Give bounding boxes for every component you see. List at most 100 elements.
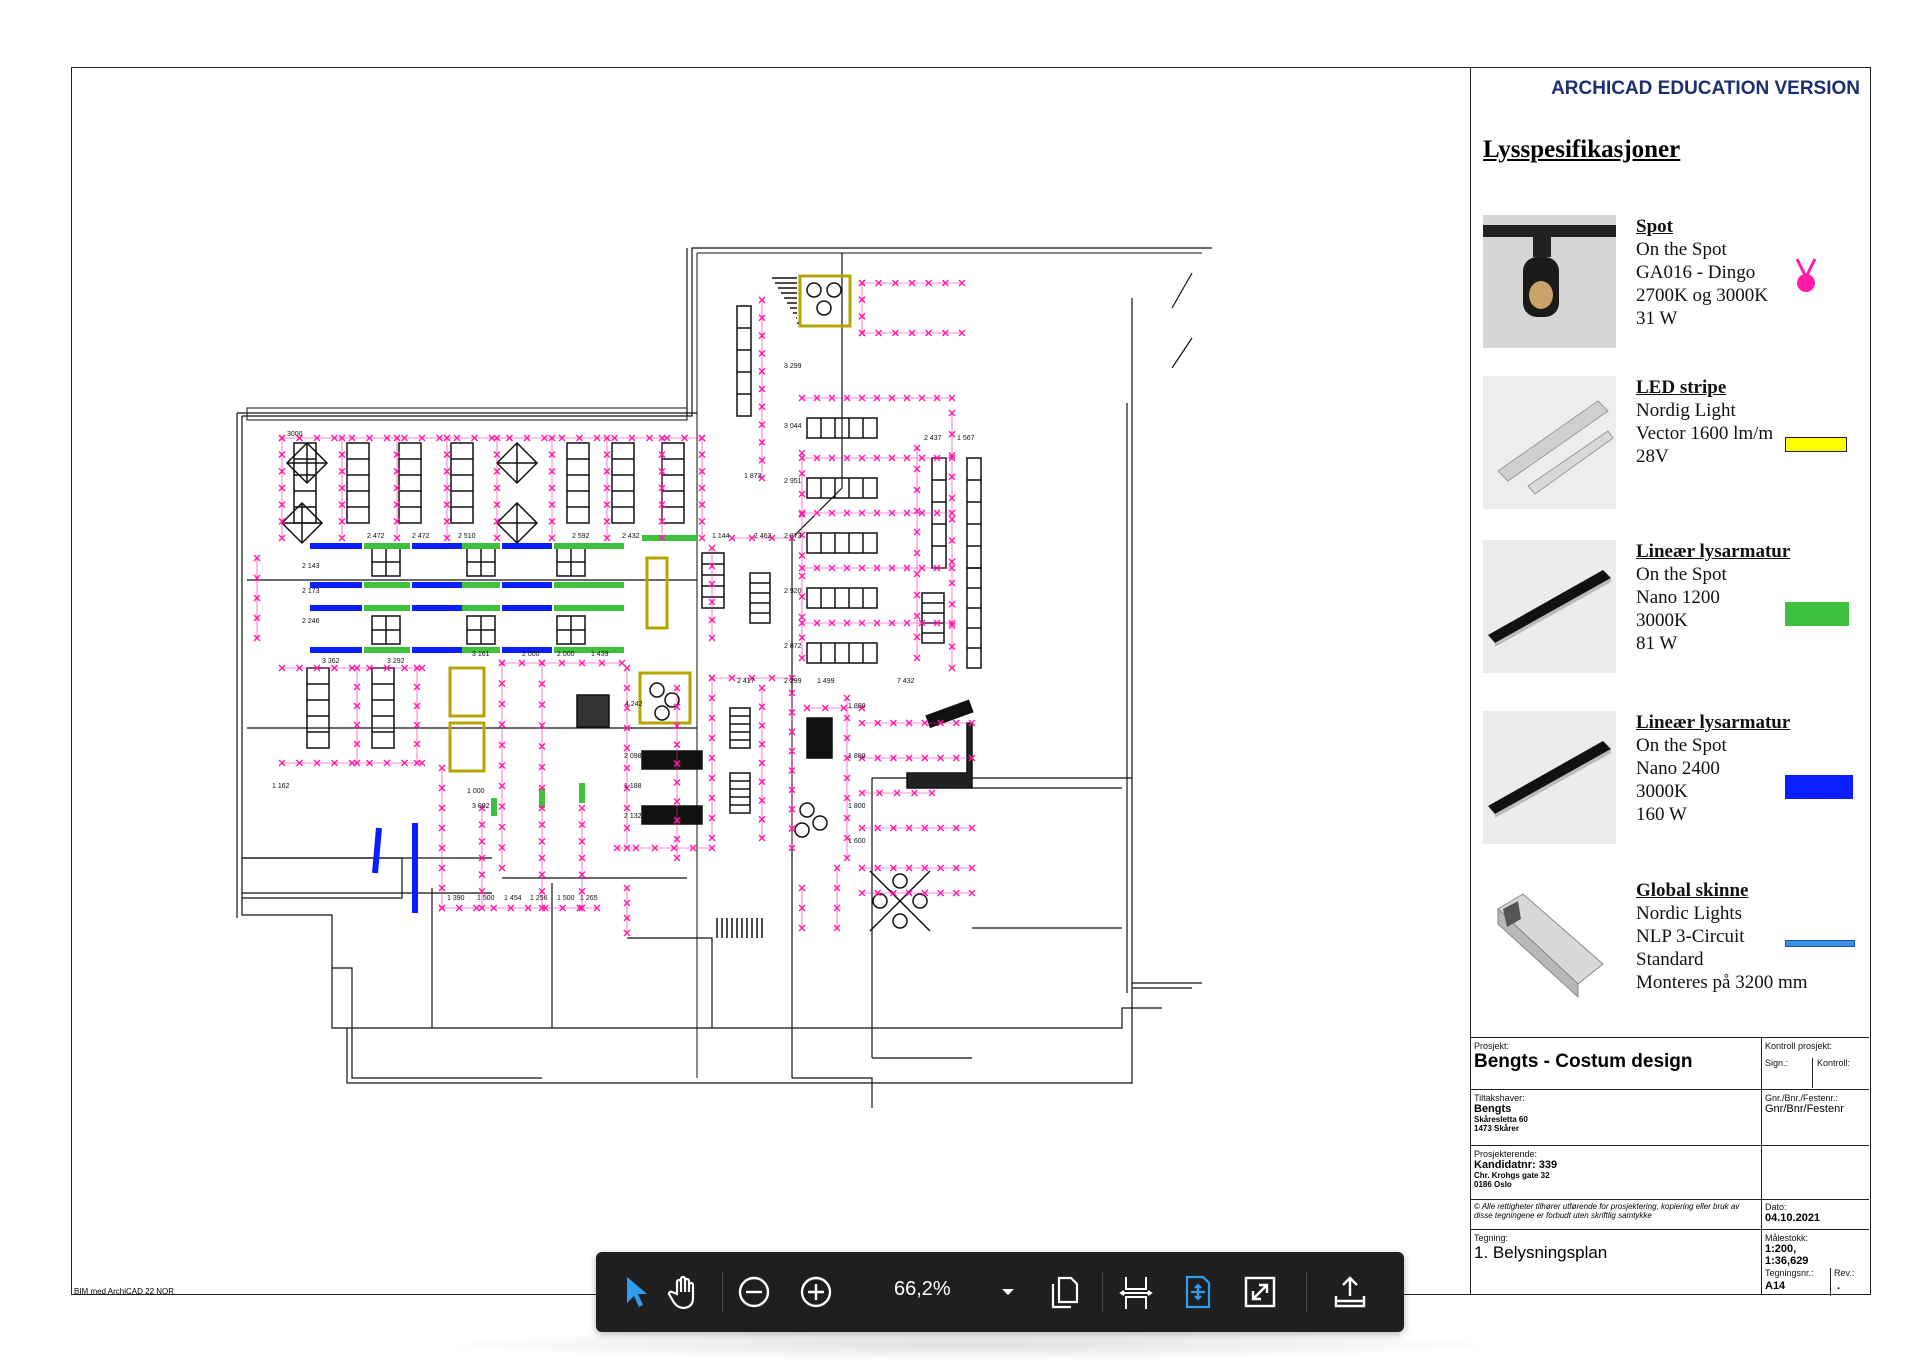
- spec-linear-1200: Lineær lysarmatur On the Spot Nano 1200 …: [1483, 540, 1863, 675]
- dark-shelf: [641, 805, 703, 825]
- spec-name: Global skinne: [1636, 880, 1749, 901]
- date-label: Dato:: [1765, 1202, 1787, 1212]
- designer-postcode: 0186 Oslo: [1474, 1180, 1512, 1189]
- drawing-name: 1. Belysningsplan: [1474, 1243, 1608, 1262]
- spec-led-stripe: LED stripe Nordig Light Vector 1600 lm/m…: [1483, 376, 1863, 511]
- shelf-unit: [966, 457, 982, 569]
- zoom-level[interactable]: 66,2%: [894, 1278, 951, 1301]
- dimension-label: 2 098: [624, 753, 642, 760]
- control-project-label: Kontroll prosjekt:: [1765, 1041, 1833, 1051]
- dimension-label: 1 265: [580, 895, 598, 902]
- fullscreen-icon[interactable]: [1238, 1270, 1282, 1314]
- square-table: [371, 615, 401, 645]
- spec-line: Monteres på 3200 mm: [1636, 972, 1808, 993]
- shelf-unit: [306, 667, 330, 749]
- dimension-label: 2 592: [572, 533, 590, 540]
- shelf-unit: [736, 305, 752, 417]
- dark-table: [806, 717, 833, 759]
- dimension-label: 2 472: [412, 533, 430, 540]
- spec-line: On the Spot: [1636, 735, 1727, 756]
- designer-label: Prosjekterende:: [1474, 1149, 1538, 1159]
- square-table: [556, 615, 586, 645]
- round-stool: [812, 815, 828, 831]
- shelf-unit: [450, 442, 474, 524]
- dimension-label: 2 132: [624, 813, 642, 820]
- shelf-unit: [371, 667, 395, 749]
- zoom-in-icon[interactable]: [794, 1270, 838, 1314]
- dimension-label: 1 800: [848, 703, 866, 710]
- dimension-label: 4 242: [625, 701, 643, 708]
- round-stool: [816, 300, 832, 316]
- shelf-unit: [806, 642, 878, 664]
- dimension-label: 2 510: [458, 533, 476, 540]
- drawing-number-label: Tegningsnr.:: [1765, 1268, 1814, 1278]
- spot-symbol-icon: [1795, 258, 1817, 292]
- revision-value: .: [1837, 1280, 1841, 1292]
- hand-pan-icon[interactable]: [662, 1270, 706, 1314]
- fit-width-icon[interactable]: [1114, 1270, 1158, 1314]
- display-table: [495, 441, 539, 485]
- dimension-label: 2 143: [302, 563, 320, 570]
- dimension-label: 1 162: [272, 783, 290, 790]
- client-name: Bengts: [1474, 1103, 1512, 1115]
- designer-address: Chr. Krohgs gate 32: [1474, 1171, 1550, 1180]
- dimension-label: 1 600: [848, 838, 866, 845]
- spec-line: Nano 1200: [1636, 587, 1720, 608]
- round-seat: [912, 893, 928, 909]
- round-stool: [794, 822, 810, 838]
- property-id-label: Gnr./Bnr./Festenr.:: [1765, 1093, 1839, 1103]
- zoom-out-icon[interactable]: [732, 1270, 776, 1314]
- spec-line: Nordig Light: [1636, 400, 1736, 421]
- share-icon[interactable]: [1328, 1270, 1372, 1314]
- dimension-label: 2 173: [302, 588, 320, 595]
- led-stripe-swatch: [1785, 437, 1847, 452]
- shelf-unit: [806, 532, 878, 554]
- spec-line: 3000K: [1636, 610, 1688, 631]
- spec-global-track: Global skinne Nordic Lights NLP 3-Circui…: [1483, 879, 1863, 1014]
- round-stool: [799, 802, 815, 818]
- display-table: [495, 501, 539, 545]
- pdf-viewer-toolbar: 66,2%: [596, 1252, 1404, 1332]
- spec-line: 81 W: [1636, 633, 1678, 654]
- dark-shelf: [641, 750, 703, 770]
- spec-linear-2400: Lineær lysarmatur On the Spot Nano 2400 …: [1483, 711, 1863, 846]
- yellow-display: [448, 666, 486, 718]
- shelf-unit: [729, 707, 751, 749]
- select-arrow-icon[interactable]: [614, 1270, 658, 1314]
- dimension-label: 2 920: [784, 588, 802, 595]
- client-postcode: 1473 Skårer: [1474, 1124, 1519, 1133]
- dimension-label: 1 454: [504, 895, 522, 902]
- dimension-label: 2 472: [367, 533, 385, 540]
- spec-name: Spot: [1636, 216, 1673, 237]
- dimension-label: 1 567: [957, 435, 975, 442]
- shelf-unit: [611, 442, 635, 524]
- shelf-unit: [398, 442, 422, 524]
- dimension-label: 2 437: [924, 435, 942, 442]
- dark-unit: [576, 694, 610, 728]
- square-table: [371, 547, 401, 577]
- drawing-label: Tegning:: [1474, 1233, 1509, 1243]
- spec-line: Nordic Lights: [1636, 903, 1743, 924]
- fit-page-icon[interactable]: [1176, 1270, 1220, 1314]
- spec-line: Vector 1600 lm/m: [1636, 423, 1774, 444]
- square-table: [466, 547, 496, 577]
- education-version-label: ARCHICAD EDUCATION VERSION: [1551, 78, 1860, 99]
- title-block: Prosjekt: Bengts - Costum design Kontrol…: [1471, 1037, 1869, 1296]
- page-view-icon[interactable]: [1042, 1270, 1086, 1314]
- spec-line: 2700K og 3000K: [1636, 285, 1768, 306]
- sign-label: Sign.:: [1765, 1058, 1789, 1068]
- dimension-label: 2 417: [737, 678, 755, 685]
- legend-panel: ARCHICAD EDUCATION VERSION Lysspesifikas…: [1470, 68, 1870, 1296]
- dimension-label: 3000: [287, 431, 303, 438]
- shelf-unit: [749, 572, 771, 624]
- linear-fixture-icon: [1483, 711, 1616, 844]
- software-note: BIM med ArchiCAD 22 NOR: [74, 1287, 175, 1296]
- property-id: Gnr/Bnr/Festenr: [1765, 1103, 1844, 1115]
- spec-line: Standard: [1636, 949, 1704, 970]
- zoom-dropdown-icon[interactable]: [986, 1270, 1030, 1314]
- spec-name: Lineær lysarmatur: [1636, 712, 1791, 733]
- rights-notice: © Alle rettigheter tilhører utførende fo…: [1474, 1202, 1740, 1220]
- shelf-unit: [729, 772, 751, 814]
- dimension-label: 2 873: [784, 533, 802, 540]
- designer-name: Kandidatnr: 339: [1474, 1159, 1558, 1171]
